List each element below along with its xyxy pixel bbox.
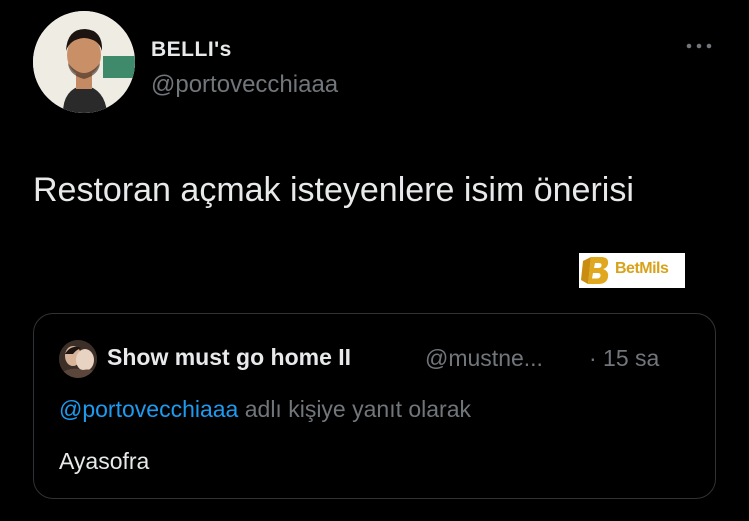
watermark-logo: BetMils: [579, 253, 685, 288]
quoted-tweet-card[interactable]: Show must go home II @mustne... · 15 sa …: [33, 313, 716, 499]
quoted-author-handle[interactable]: @mustne...: [425, 345, 543, 372]
tweet: BELLI's @portovecchiaaa Restoran açmak i…: [0, 0, 749, 521]
author-handle[interactable]: @portovecchiaaa: [151, 71, 338, 99]
quoted-timestamp[interactable]: · 15 sa: [589, 345, 659, 372]
quoted-author-name[interactable]: Show must go home II: [107, 344, 351, 371]
reply-mention-link[interactable]: @portovecchiaaa: [59, 396, 238, 422]
more-options-icon[interactable]: [684, 36, 714, 56]
quoted-tweet-text: Ayasofra: [59, 448, 150, 474]
reply-context-suffix: adlı kişiye yanıt olarak: [238, 396, 472, 422]
watermark-text: BetMils: [615, 260, 669, 277]
author-name[interactable]: BELLI's: [151, 38, 232, 62]
author-avatar[interactable]: [33, 11, 135, 113]
reply-context: @portovecchiaaa adlı kişiye yanıt olarak: [59, 396, 471, 423]
tweet-text: Restoran açmak isteyenlere isim önerisi: [33, 171, 634, 209]
quoted-author-avatar[interactable]: [59, 340, 97, 378]
